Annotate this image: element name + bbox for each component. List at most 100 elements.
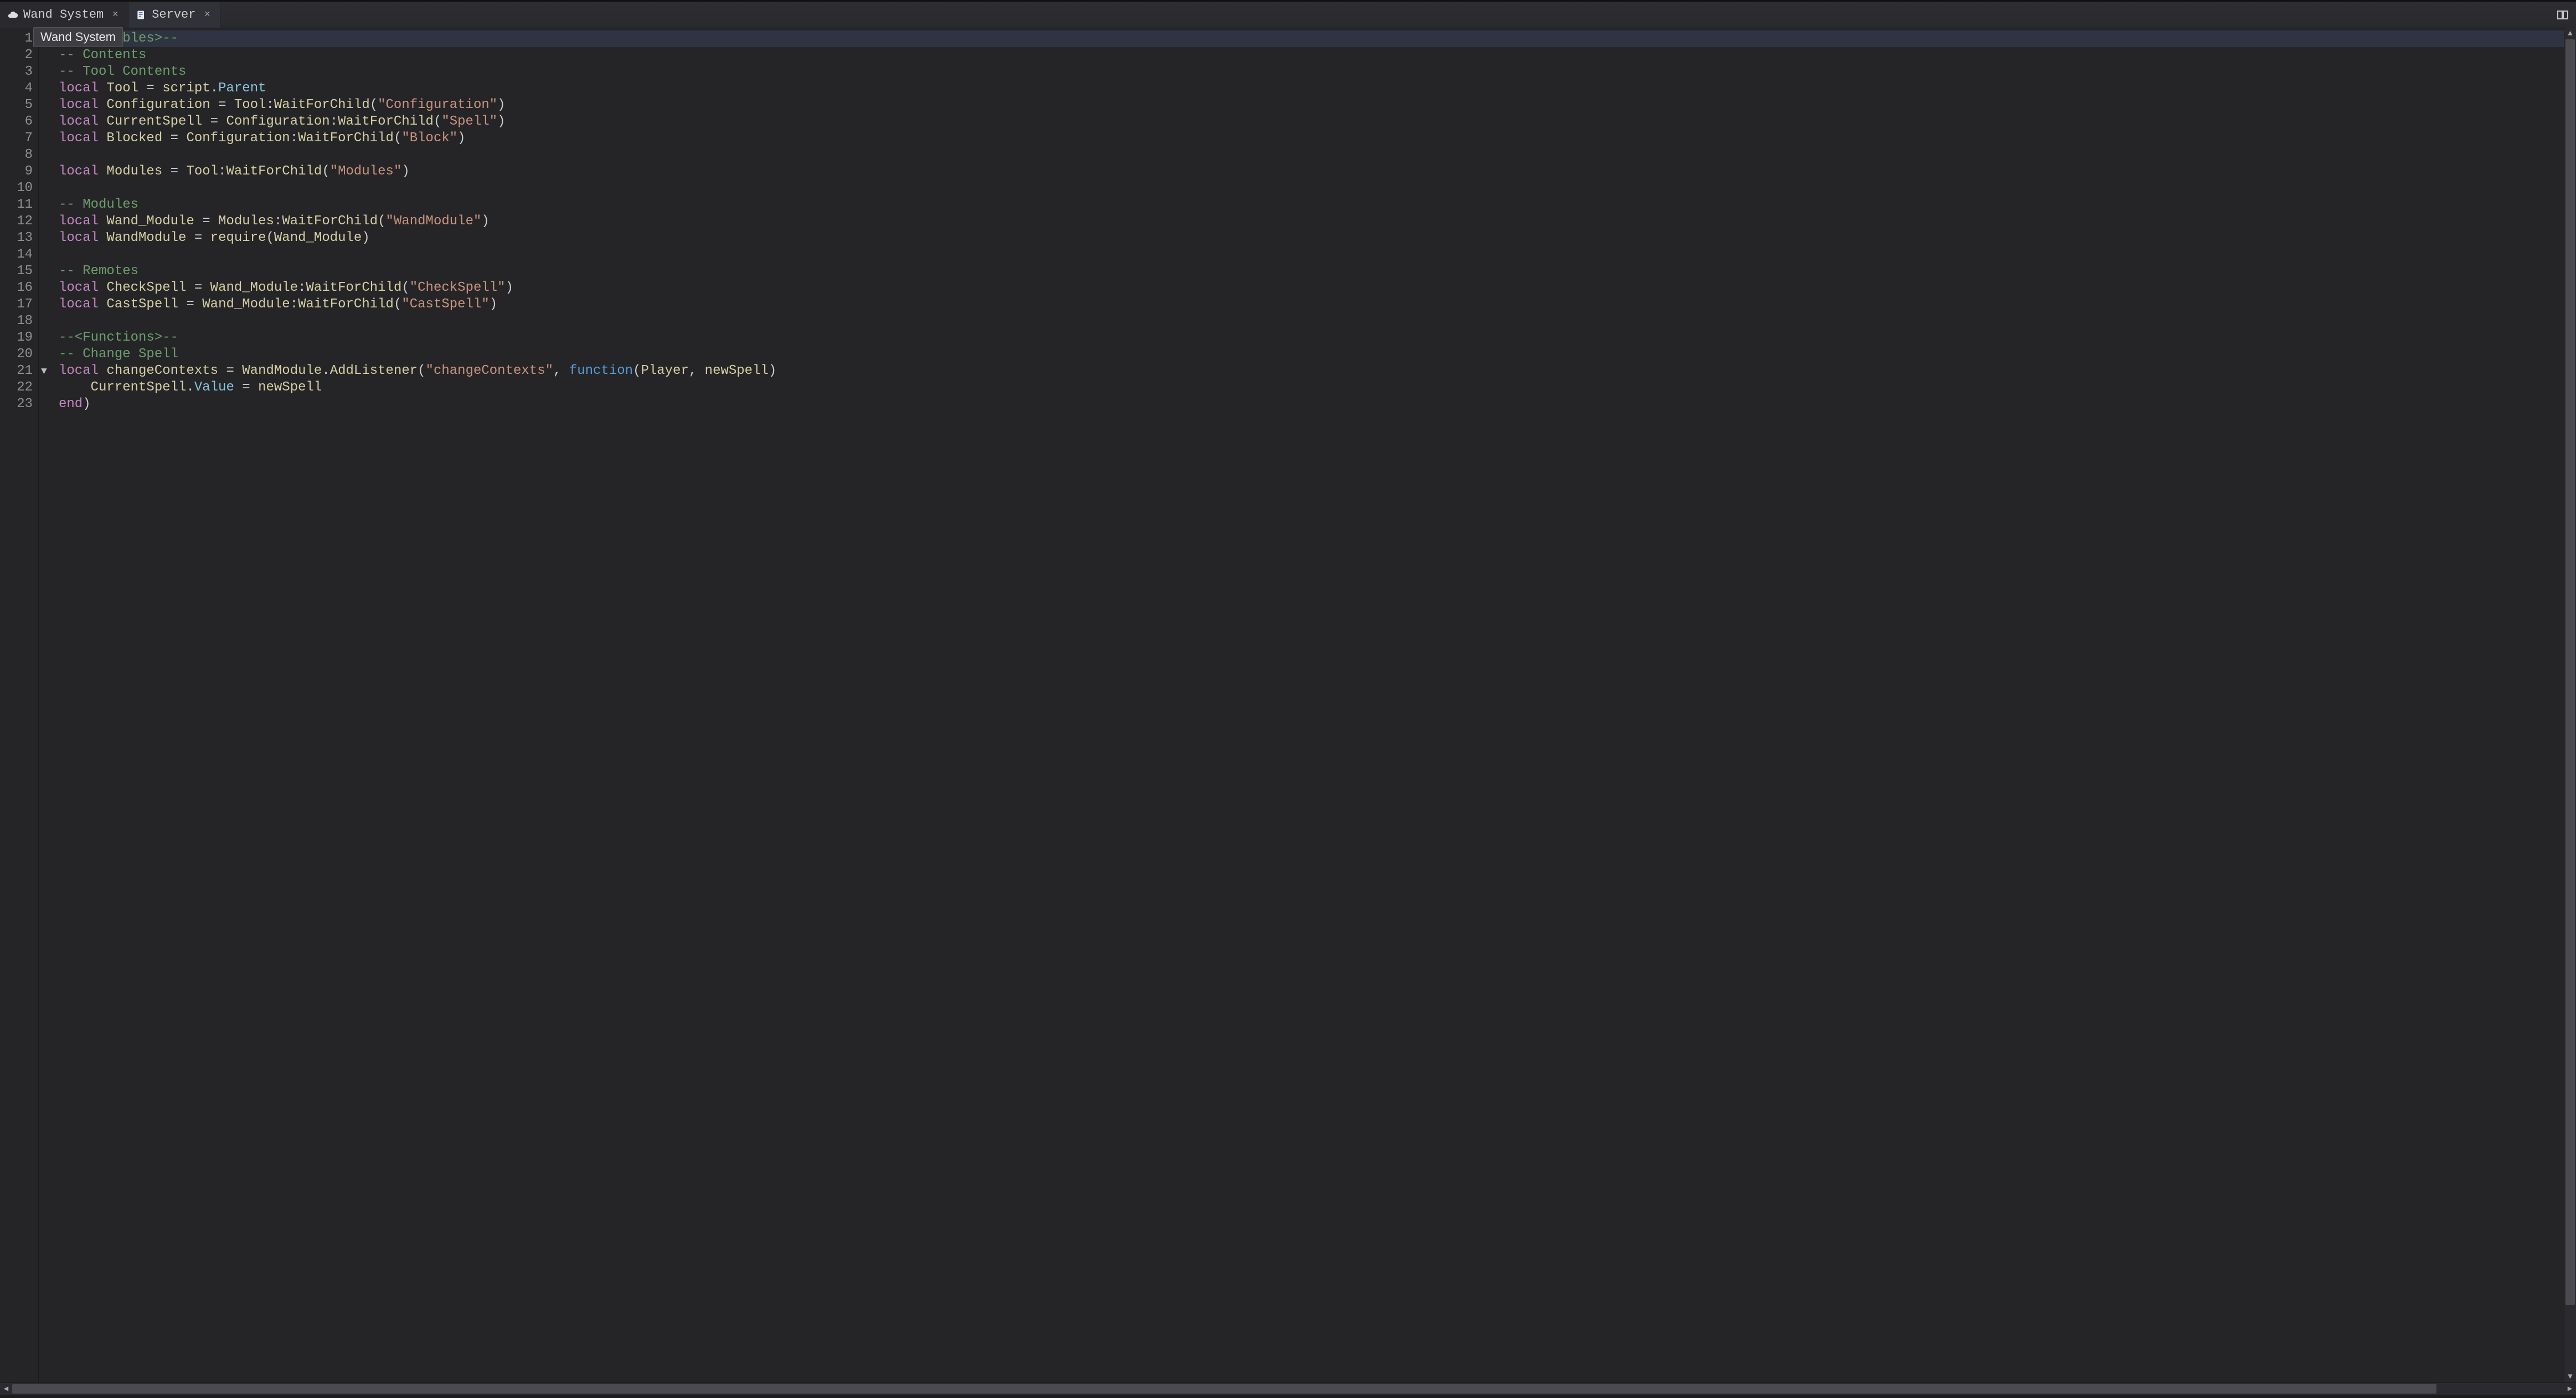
fold-toggle-icon[interactable]: ▼	[41, 366, 47, 377]
horizontal-scrollbar[interactable]: ◀ ▶	[0, 1382, 2576, 1395]
line-number[interactable]: 15	[0, 263, 33, 280]
line-number[interactable]: 11	[0, 197, 33, 213]
code-token: Wand_Module	[106, 214, 194, 229]
code-token: function	[569, 363, 633, 378]
line-number[interactable]: 16	[0, 280, 33, 296]
code-token	[162, 131, 170, 146]
code-line[interactable]: local changeContexts = WandModule.AddLis…	[54, 363, 2564, 379]
line-number[interactable]: 2	[0, 47, 33, 64]
code-token: WaitForChild	[298, 131, 394, 146]
scroll-thumb[interactable]	[2565, 39, 2575, 1305]
code-line[interactable]: -- Tool Contents	[54, 64, 2564, 80]
line-number[interactable]: 14	[0, 246, 33, 263]
code-line[interactable]: --<Functions>--	[54, 330, 2564, 346]
code-token	[99, 280, 106, 295]
line-number[interactable]: 4	[0, 80, 33, 97]
code-token	[99, 230, 106, 245]
code-token	[186, 230, 194, 245]
tab-tooltip: Wand System	[33, 27, 123, 47]
code-token: :	[298, 280, 306, 295]
line-number[interactable]: 17	[0, 296, 33, 313]
code-token: =	[202, 214, 210, 229]
line-number[interactable]: 22	[0, 379, 33, 396]
split-editor-button[interactable]	[2549, 2, 2576, 28]
line-number[interactable]: 10	[0, 180, 33, 197]
line-number[interactable]: 1	[0, 30, 33, 47]
code-line[interactable]: local CheckSpell = Wand_Module:WaitForCh…	[54, 280, 2564, 296]
line-number[interactable]: 5	[0, 97, 33, 114]
code-token	[202, 114, 210, 129]
code-line[interactable]: -- Change Spell	[54, 346, 2564, 363]
code-line[interactable]	[54, 313, 2564, 330]
code-token: local	[59, 164, 99, 179]
fold-gutter[interactable]: ▼	[39, 28, 54, 1382]
cloud-icon	[7, 9, 19, 21]
line-number[interactable]: 21	[0, 363, 33, 379]
scroll-track[interactable]	[12, 1383, 2564, 1395]
code-token: Tool	[106, 81, 138, 96]
line-number[interactable]: 7	[0, 130, 33, 147]
code-token	[226, 97, 234, 112]
code-token: (	[401, 280, 409, 295]
code-line[interactable]	[54, 180, 2564, 197]
code-token: end	[59, 397, 83, 412]
line-number[interactable]: 6	[0, 114, 33, 130]
code-token: "Spell"	[441, 114, 497, 129]
code-area[interactable]: --<Variables>---- Contents-- Tool Conten…	[54, 28, 2564, 1382]
line-number[interactable]: 18	[0, 313, 33, 330]
code-token: -- Modules	[59, 197, 138, 212]
code-token: local	[59, 363, 99, 378]
code-token: Configuration	[226, 114, 329, 129]
code-line[interactable]: local CastSpell = Wand_Module:WaitForChi…	[54, 296, 2564, 313]
scroll-down-arrow-icon[interactable]: ▼	[2564, 1371, 2576, 1382]
code-token	[59, 380, 91, 395]
code-token: .	[322, 363, 329, 378]
scroll-right-arrow-icon[interactable]: ▶	[2564, 1383, 2576, 1395]
code-line[interactable]: CurrentSpell.Value = newSpell	[54, 379, 2564, 396]
line-number[interactable]: 12	[0, 213, 33, 230]
scroll-left-arrow-icon[interactable]: ◀	[0, 1383, 12, 1395]
code-line[interactable]: -- Contents	[54, 47, 2564, 64]
tab-wand-system[interactable]: Wand System ×	[0, 2, 128, 28]
code-line[interactable]: -- Modules	[54, 197, 2564, 213]
code-token: =	[186, 297, 194, 312]
code-token: CurrentSpell	[91, 380, 187, 395]
close-icon[interactable]: ×	[202, 10, 212, 20]
line-number[interactable]: 20	[0, 346, 33, 363]
code-line[interactable]: local WandModule = require(Wand_Module)	[54, 230, 2564, 246]
line-number-gutter[interactable]: 1234567891011121314151617181920212223	[0, 28, 39, 1382]
vertical-scrollbar[interactable]: ▲ ▼	[2564, 28, 2576, 1382]
code-token: "changeContexts"	[426, 363, 553, 378]
code-line[interactable]	[54, 246, 2564, 263]
scroll-up-arrow-icon[interactable]: ▲	[2564, 28, 2576, 39]
status-strip	[0, 1395, 2576, 1398]
line-number[interactable]: 19	[0, 330, 33, 346]
code-line[interactable]: local Configuration = Tool:WaitForChild(…	[54, 97, 2564, 114]
code-editor-app: Wand System × Server × Wand System 12345…	[0, 0, 2576, 1398]
code-token: Wand_Module	[202, 297, 290, 312]
line-number[interactable]: 3	[0, 64, 33, 80]
code-token	[99, 164, 106, 179]
line-number[interactable]: 13	[0, 230, 33, 246]
code-line[interactable]: local CurrentSpell = Configuration:WaitF…	[54, 114, 2564, 130]
code-line[interactable]: local Tool = script.Parent	[54, 80, 2564, 97]
editor: 1234567891011121314151617181920212223 ▼ …	[0, 28, 2576, 1382]
line-number[interactable]: 23	[0, 396, 33, 413]
tab-server[interactable]: Server ×	[128, 2, 220, 28]
code-line[interactable]: end)	[54, 396, 2564, 413]
code-token: =	[226, 363, 234, 378]
close-icon[interactable]: ×	[110, 10, 120, 20]
code-token: newSpell	[258, 380, 322, 395]
code-line[interactable]: local Wand_Module = Modules:WaitForChild…	[54, 213, 2564, 230]
line-number[interactable]: 8	[0, 147, 33, 163]
code-line[interactable]: --<Variables>--	[54, 30, 2564, 47]
code-line[interactable]: -- Remotes	[54, 263, 2564, 280]
line-number[interactable]: 9	[0, 163, 33, 180]
code-line[interactable]	[54, 147, 2564, 163]
scroll-thumb[interactable]	[12, 1384, 2436, 1394]
code-line[interactable]: local Blocked = Configuration:WaitForChi…	[54, 130, 2564, 147]
code-line[interactable]: local Modules = Tool:WaitForChild("Modul…	[54, 163, 2564, 180]
scroll-track[interactable]	[2564, 39, 2576, 1371]
code-token	[99, 363, 106, 378]
code-token: Modules	[106, 164, 162, 179]
